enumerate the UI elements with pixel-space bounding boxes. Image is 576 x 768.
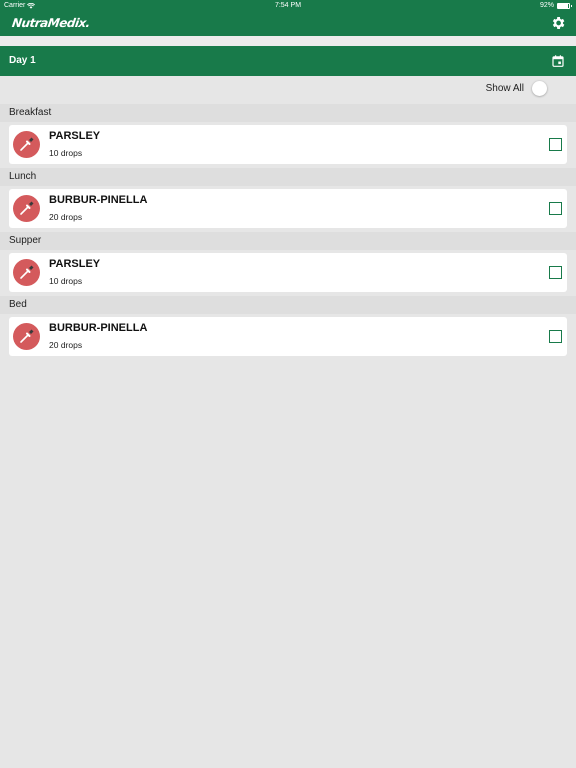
- remedy-dose: 20 drops: [49, 212, 83, 222]
- section-title: Lunch: [9, 171, 37, 182]
- dropper-icon: [13, 259, 40, 286]
- taken-checkbox[interactable]: [549, 202, 562, 215]
- show-all-row: Show All: [0, 80, 576, 98]
- gear-icon[interactable]: [550, 15, 566, 31]
- list-item[interactable]: BURBUR-PINELLA 20 drops: [9, 189, 567, 228]
- toggle-knob: [532, 81, 547, 96]
- dropper-icon: [13, 323, 40, 350]
- remedy-name: BURBUR-PINELLA: [49, 194, 148, 206]
- taken-checkbox[interactable]: [549, 330, 562, 343]
- calendar-icon[interactable]: [552, 55, 564, 67]
- list-item[interactable]: PARSLEY 10 drops: [9, 125, 567, 164]
- app-header: Carrier 7:54 PM 92% NutraMedix.: [0, 0, 576, 36]
- show-all-toggle[interactable]: [532, 81, 556, 96]
- header-spacer: [0, 36, 576, 46]
- nutramedix-logo: NutraMedix.: [11, 16, 91, 30]
- section-header-bed: Bed: [0, 296, 576, 314]
- battery-icon: [557, 3, 572, 9]
- remedy-name: BURBUR-PINELLA: [49, 322, 148, 334]
- day-selector-bar[interactable]: Day 1: [0, 46, 576, 76]
- remedy-dose: 20 drops: [49, 340, 83, 350]
- taken-checkbox[interactable]: [549, 138, 562, 151]
- remedy-dose: 10 drops: [49, 148, 83, 158]
- section-header-lunch: Lunch: [0, 168, 576, 186]
- dropper-icon: [13, 131, 40, 158]
- remedy-name: PARSLEY: [49, 130, 101, 142]
- section-header-breakfast: Breakfast: [0, 104, 576, 122]
- section-header-supper: Supper: [0, 232, 576, 250]
- show-all-label: Show All: [485, 83, 524, 94]
- section-title: Supper: [9, 235, 42, 246]
- dropper-icon: [13, 195, 40, 222]
- day-label: Day 1: [9, 55, 36, 66]
- remedy-name: PARSLEY: [49, 258, 101, 270]
- remedy-dose: 10 drops: [49, 276, 83, 286]
- taken-checkbox[interactable]: [549, 266, 562, 279]
- battery-indicator: 92%: [539, 0, 572, 12]
- section-title: Bed: [9, 299, 27, 310]
- clock: 7:54 PM: [274, 2, 302, 9]
- list-item[interactable]: BURBUR-PINELLA 20 drops: [9, 317, 567, 356]
- list-item[interactable]: PARSLEY 10 drops: [9, 253, 567, 292]
- section-title: Breakfast: [9, 107, 52, 118]
- status-bar: Carrier 7:54 PM 92%: [0, 0, 576, 12]
- battery-percent: 92%: [539, 2, 554, 9]
